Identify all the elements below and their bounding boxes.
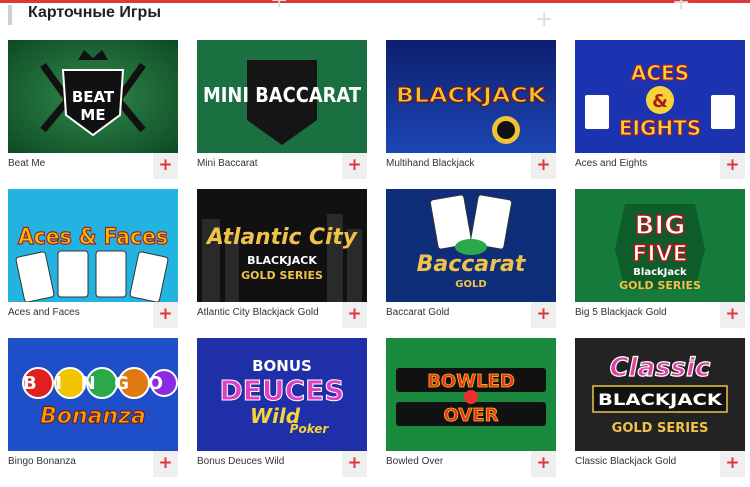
add-favorite-button[interactable]: + [342,451,367,477]
section-header: Карточные Игры [0,0,750,28]
game-thumbnail[interactable]: Classic BLACKJACK GOLD SERIES [575,338,745,451]
svg-text:BONUS: BONUS [252,357,312,375]
game-thumbnail[interactable]: Baccarat GOLD [386,189,556,302]
svg-text:BLACKJACK: BLACKJACK [247,254,317,267]
svg-text:Atlantic City: Atlantic City [205,225,359,250]
game-thumbnail[interactable]: Aces & Faces [8,189,178,302]
add-favorite-button[interactable]: + [531,302,556,328]
svg-text:BOWLED: BOWLED [427,371,515,392]
game-thumbnail[interactable]: BINGO Bonanza [8,338,178,451]
plus-icon: + [725,453,740,473]
plus-icon: + [158,453,173,473]
svg-text:BlackJack: BlackJack [633,267,687,278]
game-title[interactable]: Bonus Deuces Wild [197,456,284,467]
game-card[interactable]: Atlantic City BLACKJACK GOLD SERIES Atla… [197,189,367,338]
svg-text:BLACKJACK: BLACKJACK [598,390,723,409]
game-card[interactable]: ACES & EIGHTS Aces and Eights + [575,40,745,189]
svg-text:GOLD SERIES: GOLD SERIES [619,279,701,292]
add-favorite-button[interactable]: + [720,153,745,179]
game-title[interactable]: Big 5 Blackjack Gold [575,307,667,318]
svg-text:Baccarat: Baccarat [417,252,527,277]
svg-text:GOLD SERIES: GOLD SERIES [241,269,323,282]
game-card[interactable]: BONUS DEUCES Wild Poker Bonus Deuces Wil… [197,338,367,487]
game-card[interactable]: BEAT ME Beat Me + [8,40,178,189]
game-thumbnail[interactable]: BEAT ME [8,40,178,153]
game-title[interactable]: Aces and Faces [8,307,80,318]
add-favorite-button[interactable]: + [720,451,745,477]
add-favorite-button[interactable]: + [531,451,556,477]
game-card[interactable]: BIG FIVE BlackJack GOLD SERIES Big 5 Bla… [575,189,745,338]
plus-icon: + [158,304,173,324]
svg-text:Poker: Poker [290,422,330,436]
game-title[interactable]: Bingo Bonanza [8,456,76,467]
game-thumbnail[interactable]: BIG FIVE BlackJack GOLD SERIES [575,189,745,302]
game-thumbnail[interactable]: MINI BACCARAT [197,40,367,153]
svg-text:OVER: OVER [444,405,499,426]
game-title[interactable]: Aces and Eights [575,158,647,169]
svg-text:DEUCES: DEUCES [220,374,345,407]
game-thumbnail[interactable]: BOWLED OVER [386,338,556,451]
svg-text:GOLD SERIES: GOLD SERIES [612,421,709,436]
game-card[interactable]: Classic BLACKJACK GOLD SERIES Classic Bl… [575,338,745,487]
svg-text:Bonanza: Bonanza [40,404,146,429]
game-title[interactable]: Atlantic City Blackjack Gold [197,307,319,318]
game-title[interactable]: Classic Blackjack Gold [575,456,676,467]
game-card[interactable]: MINI BACCARAT Mini Baccarat + [197,40,367,189]
plus-icon: + [725,304,740,324]
section-header-bar [8,5,12,25]
game-card[interactable]: Aces & Faces Aces and Faces + [8,189,178,338]
add-favorite-button[interactable]: + [153,302,178,328]
svg-text:FIVE: FIVE [632,242,687,267]
section-title: Карточные Игры [28,4,161,21]
svg-text:Classic: Classic [610,353,711,383]
add-favorite-button[interactable]: + [342,302,367,328]
games-grid: BEAT ME Beat Me + MINI BACCARAT Mini Bac… [8,40,745,487]
game-card[interactable]: BINGO Bonanza Bingo Bonanza + [8,338,178,487]
game-card[interactable]: Baccarat GOLD Baccarat Gold + [386,189,556,338]
plus-icon: + [347,304,362,324]
svg-text:ACES: ACES [631,61,689,85]
add-favorite-button[interactable]: + [531,153,556,179]
plus-icon: + [536,304,551,324]
game-title[interactable]: Beat Me [8,158,45,169]
game-title[interactable]: Bowled Over [386,456,443,467]
svg-text:BLACKJACK: BLACKJACK [396,83,548,107]
plus-icon: + [536,155,551,175]
svg-text:Aces & Faces: Aces & Faces [18,225,168,250]
add-favorite-button[interactable]: + [720,302,745,328]
svg-text:EIGHTS: EIGHTS [619,116,701,140]
game-card[interactable]: BLACKJACK Multihand Blackjack + [386,40,556,189]
game-thumbnail[interactable]: ACES & EIGHTS [575,40,745,153]
game-thumbnail[interactable]: BLACKJACK [386,40,556,153]
plus-icon: + [725,155,740,175]
add-favorite-button[interactable]: + [342,153,367,179]
svg-text:MINI BACCARAT: MINI BACCARAT [203,83,361,107]
game-title[interactable]: Baccarat Gold [386,307,449,318]
plus-icon: + [347,155,362,175]
add-favorite-button[interactable]: + [153,153,178,179]
game-title[interactable]: Mini Baccarat [197,158,258,169]
game-title[interactable]: Multihand Blackjack [386,158,474,169]
game-card[interactable]: BOWLED OVER Bowled Over + [386,338,556,487]
game-thumbnail[interactable]: Atlantic City BLACKJACK GOLD SERIES [197,189,367,302]
svg-text:&: & [652,91,668,112]
svg-text:GOLD: GOLD [455,279,486,290]
svg-text:BEAT: BEAT [72,88,115,106]
add-favorite-button[interactable]: + [153,451,178,477]
svg-text:ME: ME [80,106,105,124]
game-thumbnail[interactable]: BONUS DEUCES Wild Poker [197,338,367,451]
plus-icon: + [347,453,362,473]
svg-text:BIG: BIG [635,211,686,241]
plus-icon: + [536,453,551,473]
plus-icon: + [158,155,173,175]
